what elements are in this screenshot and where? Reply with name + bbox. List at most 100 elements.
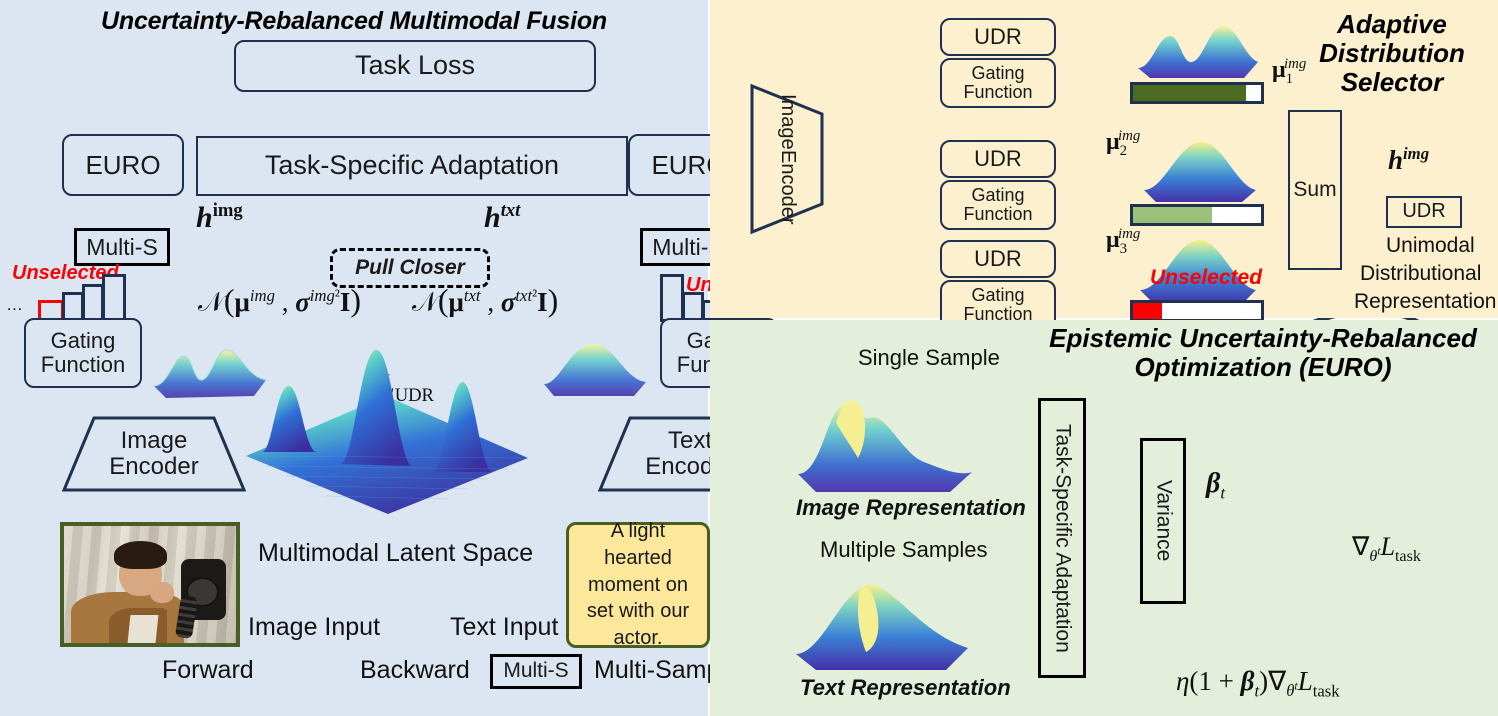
h-img-math: himg [196,200,243,234]
image-encoder-text: Image Encoder [64,418,244,490]
ads-udr-label-3: UDR [974,246,1022,272]
gating-left-line1: Gating [50,328,116,354]
ads-legend-line2: Distributional [1360,262,1482,285]
ads-udr-box-2[interactable]: UDR [940,140,1056,178]
text-input-box[interactable]: A light hearted moment on set with our a… [566,520,710,649]
ads-mu-1: μ1img [1272,56,1307,87]
pull-closer-label: Pull Closer [355,255,465,279]
euro-text-surface [790,570,974,676]
ads-legend-udr-chip: UDR [1386,196,1462,228]
image-encoder-trapezoid[interactable]: Image Encoder [61,416,247,492]
legend-backward-label: Backward [360,656,470,684]
euro-tsa-box[interactable]: Task-Specific Adaptation [1038,398,1086,678]
ads-title-line3: Selector [1340,67,1444,98]
ads-legend-line3: Representation [1354,290,1497,313]
panel-fusion-title: Uncertainty-Rebalanced Multimodal Fusion [101,7,607,35]
ads-udr-label-2: UDR [974,146,1022,172]
ads-gate-bar-1 [1130,82,1264,104]
text-representation-label: Text Representation [800,675,1011,700]
h-txt-math: htxt [484,200,521,234]
ads-gate-bar-2 [1130,204,1264,226]
ads-gating-2-line1: Gating [971,184,1025,205]
ads-gate-fill-3 [1133,303,1163,319]
gating-left-line2: Function [40,352,126,377]
euro-left-label: EURO [85,149,161,180]
euro-title-line2: Optimization (EURO) [1134,352,1392,383]
gating-bar-r0 [660,274,684,322]
dist-txt-math: 𝒩(μtxt , σtxt²I) [412,282,559,318]
gating-function-left-box[interactable]: Gating Function [24,318,142,388]
thumb-hand [150,582,175,604]
legend-forward-label: Forward [162,656,254,684]
ads-title-line1: Adaptive [1337,9,1447,39]
ads-gating-1-line2: Function [963,82,1033,102]
ads-gating-1-line1: Gating [971,62,1025,83]
task-loss-box[interactable]: Task Loss [234,40,596,92]
multimodal-latent-surface [236,336,536,516]
euro-update-rule-math: η(1 + βt)∇θtLtask [1176,666,1340,701]
ads-legend-line1: Unimodal [1386,234,1475,257]
ads-udr-box-3[interactable]: UDR [940,240,1056,278]
ads-surface-2 [1140,132,1260,204]
figure-root: Uncertainty-Rebalanced Multimodal Fusion… [0,0,1498,716]
tsa-label: Task-Specific Adaptation [264,150,560,181]
ads-gate-fill-1 [1133,85,1246,101]
ads-title: Adaptive Distribution Selector [1292,9,1492,98]
text-input-value: A light hearted moment on set with our a… [586,520,690,650]
task-loss-label: Task Loss [354,50,476,81]
ads-udr-box-1[interactable]: UDR [940,18,1056,56]
image-encoder-line1: Image [120,427,188,455]
ads-legend-udr-label: UDR [1402,200,1446,223]
ads-sum-label: Sum [1293,177,1337,201]
image-representation-label: Image Representation [796,495,1026,520]
euro-title-line1: Epistemic Uncertainty-Rebalanced [1049,323,1477,353]
gaussian-surface-txt [540,330,650,400]
single-sample-label: Single Sample [858,345,1000,370]
euro-left-box[interactable]: EURO [62,134,184,196]
gating-bars-left [16,274,126,322]
gating-bar-4 [102,274,126,322]
euro-title: Epistemic Uncertainty-Rebalanced Optimiz… [1028,323,1498,383]
euro-grad-math: ∇θtLtask [1352,532,1421,566]
euro-variance-box[interactable]: Variance [1140,438,1186,604]
ads-udr-label-1: UDR [974,24,1022,50]
thumb-shirt [127,614,159,643]
text-encoder-line1: Text [667,427,712,455]
image-input-caption: Image Input [248,613,381,641]
gating-ellipsis-left: … [6,295,23,314]
legend-multi-s-chip: Multi-S [490,654,582,689]
ads-gating-box-1[interactable]: Gating Function [940,58,1056,108]
multi-s-left-box[interactable]: Multi-S [74,228,170,266]
euro-image-surface [792,388,976,498]
ads-sum-box[interactable]: Sum [1288,110,1342,270]
euro-beta-math: βt [1206,468,1226,503]
ads-gate-bar-3 [1130,300,1264,322]
gating-bar-3 [82,284,104,322]
ads-title-line2: Distribution [1319,38,1465,69]
image-input-thumbnail[interactable] [60,522,240,647]
ads-surface-1 [1132,14,1262,82]
ads-mu-2: μ2img [1106,128,1141,159]
thumb-hair [113,541,168,570]
ads-image-encoder-trapezoid[interactable]: Image Encoder [750,83,824,235]
dist-img-math: 𝒩(μimg , σimg²I) [198,282,362,318]
ads-mu-3: μ3img [1106,226,1141,257]
ads-gating-box-2[interactable]: Gating Function [940,180,1056,230]
image-encoder-line2: Encoder [109,453,199,480]
ads-image-encoder-text: Image Encoder [752,86,822,232]
multi-s-left-label: Multi-S [86,233,158,260]
ads-unselected-label: Unselected [1150,266,1263,289]
task-specific-adaptation-box[interactable]: Task-Specific Adaptation [196,136,628,196]
ads-gate-fill-2 [1133,207,1213,223]
ads-output-math: himg [1388,144,1430,175]
latent-space-caption: Multimodal Latent Space [258,539,534,567]
multiple-samples-label: Multiple Samples [820,537,988,562]
legend-multi-s-chip-label: Multi-S [503,659,569,683]
ads-gating-3-line1: Gating [971,284,1025,305]
euro-variance-label: Variance [1152,480,1176,562]
ads-gating-2-line2: Function [963,204,1033,224]
euro-tsa-label: Task-Specific Adaptation [1051,423,1075,653]
text-input-caption: Text Input [450,613,559,641]
ads-image-encoder-line2: Encoder [776,149,799,225]
ads-image-encoder-line1: Image [776,93,799,150]
